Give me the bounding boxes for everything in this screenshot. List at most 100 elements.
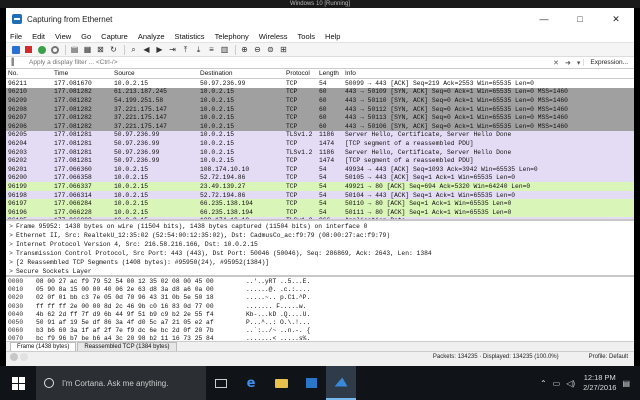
reload-button[interactable]: ↻ [108, 44, 119, 55]
bytes-row[interactable]: 0010 05 90 8a 15 00 00 40 06 2e 63 d8 3a … [6, 286, 634, 294]
bytes-row[interactable]: 0070 bc f9 96 b7 be b6 a4 3c 20 98 b2 11 … [6, 335, 634, 341]
packet-row[interactable]: 96202 177.081281 50.97.236.99 10.0.2.15 TCP 1… [6, 156, 634, 165]
bytes-row[interactable]: 0050 50 91 af 19 5e df 86 3a 4f d0 5c a7 … [6, 319, 634, 327]
menu-capture[interactable]: Capture [101, 32, 128, 41]
packet-row[interactable]: 96209 177.081282 54.199.251.58 10.0.2.15 TCP… [6, 96, 634, 105]
volume-icon[interactable]: ◁) [566, 379, 575, 388]
filter-dropdown-icon[interactable]: ▾ [574, 59, 584, 67]
notifications-icon[interactable]: ▤ [622, 379, 630, 388]
go-back-button[interactable]: ◀ [141, 44, 152, 55]
packet-row[interactable]: 96203 177.081281 50.97.236.99 10.0.2.15 TLSv… [6, 147, 634, 157]
packet-row[interactable]: 96199 177.066337 10.0.2.15 23.49.139.27 TCP 5… [6, 182, 634, 191]
start-button[interactable] [0, 366, 36, 400]
menu-view[interactable]: View [55, 32, 71, 41]
clear-filter-icon[interactable]: ✕ [550, 59, 562, 67]
packet-row[interactable]: 96205 177.081281 50.97.236.99 10.0.2.15 TLSv… [6, 130, 634, 140]
detail-row-frame[interactable]: > Frame 95952: 1438 bytes on wire (11504 … [6, 222, 634, 231]
start-capture-button[interactable] [10, 44, 21, 55]
menu-go[interactable]: Go [81, 32, 91, 41]
edge-button[interactable]: e [236, 366, 266, 400]
expand-arrow-icon[interactable]: > [6, 241, 16, 248]
normal-size-button[interactable]: ⊜ [265, 44, 276, 55]
bytes-row[interactable]: 0040 4b 62 2d ff 7f d9 6b 44 9f 51 b9 c9 … [6, 311, 634, 319]
display-filter-input[interactable] [19, 57, 549, 68]
bytes-row[interactable]: 0060 b3 b6 60 3a 1f af 2f 7e f9 dc 6e bc … [6, 327, 634, 335]
expression-button[interactable]: Expression... [583, 59, 634, 66]
autoscroll-button[interactable]: ≡ [206, 44, 217, 55]
restart-capture-button[interactable] [36, 44, 47, 55]
expand-arrow-icon[interactable]: > [6, 268, 16, 275]
menu-edit[interactable]: Edit [32, 32, 45, 41]
column-header-protocol[interactable]: Protocol [284, 70, 317, 77]
packet-row[interactable]: 96200 177.066358 10.0.2.15 52.72.194.86 TCP 5… [6, 173, 634, 183]
last-packet-button[interactable]: ⤓ [193, 44, 204, 55]
expand-arrow-icon[interactable]: > [6, 232, 16, 239]
packet-row[interactable]: 96195177.06609810.0.2.15108.174.10.10TLS… [6, 216, 634, 219]
close-button[interactable]: ✕ [598, 8, 634, 30]
packet-row[interactable]: 96197 177.066284 10.0.2.15 66.235.138.194 TC… [6, 199, 634, 208]
expand-arrow-icon[interactable]: > [6, 259, 16, 266]
column-header-destination[interactable]: Destination [198, 70, 284, 77]
minimize-button[interactable]: — [526, 8, 562, 30]
zoom-in-button[interactable]: ⊕ [239, 44, 250, 55]
packet-row[interactable]: 96211 177.081670 10.0.2.15 50.97.236.99 TCP 5… [6, 79, 634, 88]
zoom-out-button[interactable]: ⊖ [252, 44, 263, 55]
menu-statistics[interactable]: Statistics [175, 32, 205, 41]
task-view-button[interactable] [206, 366, 236, 400]
menu-help[interactable]: Help [325, 32, 340, 41]
bytes-row[interactable]: 0020 02 0f 01 bb c3 7e 05 0d 70 96 43 31 … [6, 294, 634, 302]
detail-row-ip[interactable]: > Internet Protocol Version 4, Src: 216.5… [6, 240, 634, 249]
cortana-search[interactable]: I'm Cortana. Ask me anything. [36, 366, 206, 400]
close-file-button[interactable]: ⊠ [95, 44, 106, 55]
network-icon[interactable]: ▭ [553, 379, 561, 388]
file-explorer-button[interactable] [266, 366, 296, 400]
store-button[interactable] [296, 366, 326, 400]
menu-analyze[interactable]: Analyze [138, 32, 165, 41]
maximize-button[interactable]: □ [562, 8, 598, 30]
bookmark-icon[interactable]: ▐ [9, 59, 17, 66]
packet-row[interactable]: 96198 177.066314 10.0.2.15 52.72.194.86 TCP 5… [6, 190, 634, 200]
clock[interactable]: 12:18 PM 2/27/2016 [583, 373, 616, 393]
find-packet-button[interactable]: ⌕ [128, 44, 139, 55]
packet-row[interactable]: 96201 177.066360 10.0.2.15 108.174.10.10 TCP… [6, 164, 634, 174]
packet-row[interactable]: 96210 177.081282 61.213.187.245 10.0.2.15 TC… [6, 87, 634, 97]
bytes-row[interactable]: 0000 08 00 27 ac f9 79 52 54 00 12 35 02 … [6, 278, 634, 286]
detail-row-tcp[interactable]: > Transmission Control Protocol, Src Port… [6, 249, 634, 258]
menu-tools[interactable]: Tools [298, 32, 316, 41]
bytes-row[interactable]: 0030 ff ff ff 2e 00 00 8d 2c 46 9b c0 16 … [6, 303, 634, 311]
packet-row[interactable]: 96208 177.081282 37.221.175.147 10.0.2.15 TC… [6, 104, 634, 114]
open-file-button[interactable]: ▤ [69, 44, 80, 55]
wireshark-taskbar-button[interactable] [326, 366, 356, 400]
column-header-no[interactable]: No. [6, 70, 52, 77]
stop-capture-button[interactable] [23, 44, 34, 55]
colorize-button[interactable]: ▥ [219, 44, 230, 55]
column-header-info[interactable]: Info [343, 70, 634, 77]
detail-row-reassembled[interactable]: > [2 Reassembled TCP Segments (1408 bytes… [6, 258, 634, 267]
packet-row[interactable]: 96207 177.081282 37.221.175.147 10.0.2.15 TC… [6, 113, 634, 122]
profile-label[interactable]: Profile: Default [589, 354, 628, 360]
chevron-up-icon[interactable]: ⌃ [540, 379, 547, 388]
packet-row[interactable]: 96204 177.081281 50.97.236.99 10.0.2.15 TCP 1… [6, 139, 634, 148]
column-header-time[interactable]: Time [52, 70, 112, 77]
packet-row[interactable]: 96206 177.081282 37.221.175.147 10.0.2.15 TC… [6, 121, 634, 131]
column-header-source[interactable]: Source [112, 70, 198, 77]
capture-comment-icon[interactable] [20, 353, 28, 361]
menu-file[interactable]: File [10, 32, 22, 41]
expand-arrow-icon[interactable]: > [6, 223, 16, 230]
detail-row-ethernet[interactable]: > Ethernet II, Src: RealtekU_12:35:02 (52… [6, 231, 634, 240]
expand-arrow-icon[interactable]: > [6, 250, 16, 257]
first-packet-button[interactable]: ⤒ [180, 44, 191, 55]
tab-reassembled-tcp[interactable]: Reassembled TCP (1384 bytes) [77, 342, 177, 351]
apply-filter-icon[interactable]: ➜ [562, 59, 574, 67]
capture-options-button[interactable] [49, 44, 60, 55]
ready-status-icon[interactable] [10, 353, 18, 361]
go-forward-button[interactable]: ▶ [154, 44, 165, 55]
menu-telephony[interactable]: Telephony [215, 32, 249, 41]
save-file-button[interactable]: ▦ [82, 44, 93, 55]
menu-wireless[interactable]: Wireless [259, 32, 288, 41]
resize-columns-button[interactable]: ⊞ [278, 44, 289, 55]
packet-row[interactable]: 96196 177.066228 10.0.2.15 66.235.138.194 TC… [6, 207, 634, 217]
go-to-packet-button[interactable]: ⇥ [167, 44, 178, 55]
column-header-length[interactable]: Length [317, 70, 343, 77]
tab-frame-bytes[interactable]: Frame (1438 bytes) [10, 342, 77, 351]
